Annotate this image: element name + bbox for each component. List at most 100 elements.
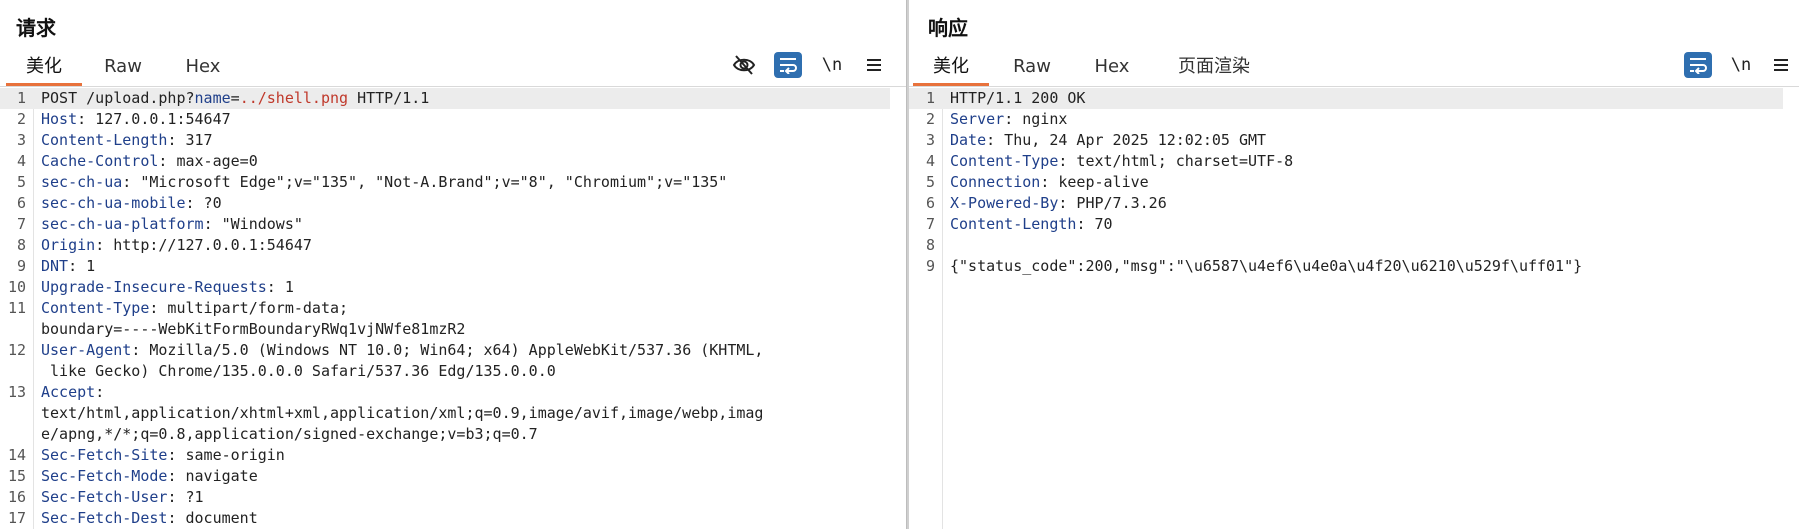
line-number: 3: [925, 131, 935, 149]
header-value: : 1: [68, 257, 96, 275]
code-text: Sec-Fetch-Site: same-origin: [41, 445, 890, 466]
response-menu-button[interactable]: [1767, 52, 1795, 78]
code-line-continuation: boundary=----WebKitFormBoundaryRWq1vjNWf…: [41, 320, 466, 338]
line-number: 2: [16, 110, 26, 128]
tab-response-render[interactable]: 页面渲染: [1159, 50, 1269, 83]
line-number: 8: [16, 236, 26, 254]
show-newlines-button[interactable]: \n: [818, 52, 846, 78]
code-line[interactable]: 4 Cache-Control: max-age=0: [0, 151, 890, 172]
header-name: Date: [950, 131, 987, 149]
code-text: Host: 127.0.0.1:54647: [41, 109, 890, 130]
header-value: : "Microsoft Edge";v="135", "Not-A.Brand…: [122, 173, 728, 191]
code-line[interactable]: 7 sec-ch-ua-platform: "Windows": [0, 214, 890, 235]
code-line[interactable]: 17 Sec-Fetch-Dest: document: [0, 508, 890, 529]
code-text: sec-ch-ua: "Microsoft Edge";v="135", "No…: [41, 172, 890, 193]
eye-off-icon: [732, 55, 756, 75]
code-line[interactable]: 11 Content-Type: multipart/form-data;: [0, 298, 890, 319]
code-line[interactable]: 1 POST /upload.php?name=../shell.png HTTP…: [0, 88, 890, 109]
code-line[interactable]: 1 HTTP/1.1 200 OK: [909, 88, 1783, 109]
code-line[interactable]: 8: [909, 235, 1783, 256]
code-text: sec-ch-ua-platform: "Windows": [41, 214, 890, 235]
header-value: : "Windows": [203, 215, 303, 233]
header-name: sec-ch-ua-platform: [41, 215, 204, 233]
code-line[interactable]: 8 Origin: http://127.0.0.1:54647: [0, 235, 890, 256]
header-value: :: [95, 383, 105, 401]
header-value: : text/html; charset=UTF-8: [1058, 152, 1294, 170]
code-line[interactable]: 12 User-Agent: Mozilla/5.0 (Windows NT 10…: [0, 340, 890, 361]
header-value: =: [230, 89, 240, 107]
header-name: Accept: [41, 383, 96, 401]
code-line[interactable]: 9 DNT: 1: [0, 256, 890, 277]
header-value: POST /upload.php?: [41, 89, 195, 107]
code-line[interactable]: 3 Content-Length: 317: [0, 130, 890, 151]
line-number: 5: [925, 173, 935, 191]
code-line[interactable]: 10 Upgrade-Insecure-Requests: 1: [0, 277, 890, 298]
header-name: DNT: [41, 257, 69, 275]
code-text: sec-ch-ua-mobile: ?0: [41, 193, 890, 214]
request-tabs: 美化 Raw Hex: [0, 50, 906, 87]
response-pane: 响应 美化 Raw Hex 页面渲染 \n 1 HTTP/1.1 200 OK …: [909, 0, 1799, 529]
hide-nonprintable-button[interactable]: [730, 52, 758, 78]
header-name: X-Powered-By: [950, 194, 1059, 212]
code-line-continuation: like Gecko) Chrome/135.0.0.0 Safari/537.…: [41, 362, 556, 380]
code-line[interactable]: 5 sec-ch-ua: "Microsoft Edge";v="135", "N…: [0, 172, 890, 193]
code-text: HTTP/1.1 200 OK: [950, 88, 1783, 109]
hamburger-menu-icon: [1774, 59, 1788, 71]
request-editor[interactable]: 1 POST /upload.php?name=../shell.png HTTP…: [0, 88, 906, 529]
tab-response-pretty[interactable]: 美化: [913, 50, 989, 86]
request-menu-button[interactable]: [860, 52, 888, 78]
header-value: : multipart/form-data;: [149, 299, 349, 317]
show-newlines-button[interactable]: \n: [1727, 52, 1755, 78]
code-line[interactable]: 3 Date: Thu, 24 Apr 2025 12:02:05 GMT: [909, 130, 1783, 151]
header-name: name: [194, 89, 231, 107]
response-title: 响应: [928, 16, 968, 40]
tab-request-hex[interactable]: Hex: [170, 50, 236, 83]
code-line-continuation: text/html,application/xhtml+xml,applicat…: [41, 404, 764, 422]
header-value: : Mozilla/5.0 (Windows NT 10.0; Win64; x…: [131, 341, 764, 359]
tab-response-raw[interactable]: Raw: [997, 50, 1067, 83]
tab-request-pretty[interactable]: 美化: [6, 50, 82, 86]
code-text: Sec-Fetch-Dest: document: [41, 508, 890, 529]
line-number: 3: [16, 131, 26, 149]
code-line[interactable]: 2 Host: 127.0.0.1:54647: [0, 109, 890, 130]
tab-request-raw[interactable]: Raw: [88, 50, 158, 83]
hamburger-menu-icon: [867, 59, 881, 71]
header-value: : 70: [1076, 215, 1113, 233]
line-number: 13: [7, 383, 26, 401]
response-editor[interactable]: 1 HTTP/1.1 200 OK 2 Server: nginx 3 Date: Thu…: [909, 88, 1799, 529]
code-line[interactable]: 6 sec-ch-ua-mobile: ?0: [0, 193, 890, 214]
code-text: {"status_code":200,"msg":"\u6587\u4ef6\u…: [950, 256, 1783, 277]
header-value: : keep-alive: [1040, 173, 1149, 191]
code-line[interactable]: 16 Sec-Fetch-User: ?1: [0, 487, 890, 508]
header-value: : document: [167, 509, 258, 527]
header-name: Cache-Control: [41, 152, 159, 170]
code-line[interactable]: 6 X-Powered-By: PHP/7.3.26: [909, 193, 1783, 214]
header-name: Content-Type: [41, 299, 150, 317]
code-text: Sec-Fetch-User: ?1: [41, 487, 890, 508]
header-name: Sec-Fetch-Mode: [41, 467, 168, 485]
wrap-lines-button[interactable]: [774, 52, 802, 78]
code-line[interactable]: 2 Server: nginx: [909, 109, 1783, 130]
code-line[interactable]: 13 Accept:: [0, 382, 890, 403]
line-number: 10: [7, 278, 26, 296]
code-text: Cache-Control: max-age=0: [41, 151, 890, 172]
header-name: User-Agent: [41, 341, 132, 359]
code-line[interactable]: 9 {"status_code":200,"msg":"\u6587\u4ef6\…: [909, 256, 1783, 277]
code-text: Content-Length: 70: [950, 214, 1783, 235]
line-number: 2: [925, 110, 935, 128]
code-line[interactable]: 5 Connection: keep-alive: [909, 172, 1783, 193]
line-number: 1: [16, 89, 26, 107]
code-text: Sec-Fetch-Mode: navigate: [41, 466, 890, 487]
wrap-lines-button[interactable]: [1684, 52, 1712, 78]
header-value: {"status_code":200,"msg":"\u6587\u4ef6\u…: [950, 257, 1583, 275]
code-line[interactable]: 14 Sec-Fetch-Site: same-origin: [0, 445, 890, 466]
tab-response-hex[interactable]: Hex: [1079, 50, 1145, 83]
code-line[interactable]: 4 Content-Type: text/html; charset=UTF-8: [909, 151, 1783, 172]
code-text: Content-Type: multipart/form-data;: [41, 298, 890, 319]
code-text: Server: nginx: [950, 109, 1783, 130]
header-value: : http://127.0.0.1:54647: [95, 236, 312, 254]
code-line[interactable]: 15 Sec-Fetch-Mode: navigate: [0, 466, 890, 487]
line-number: 14: [7, 446, 26, 464]
code-line[interactable]: 7 Content-Length: 70: [909, 214, 1783, 235]
code-text: User-Agent: Mozilla/5.0 (Windows NT 10.0…: [41, 340, 890, 361]
